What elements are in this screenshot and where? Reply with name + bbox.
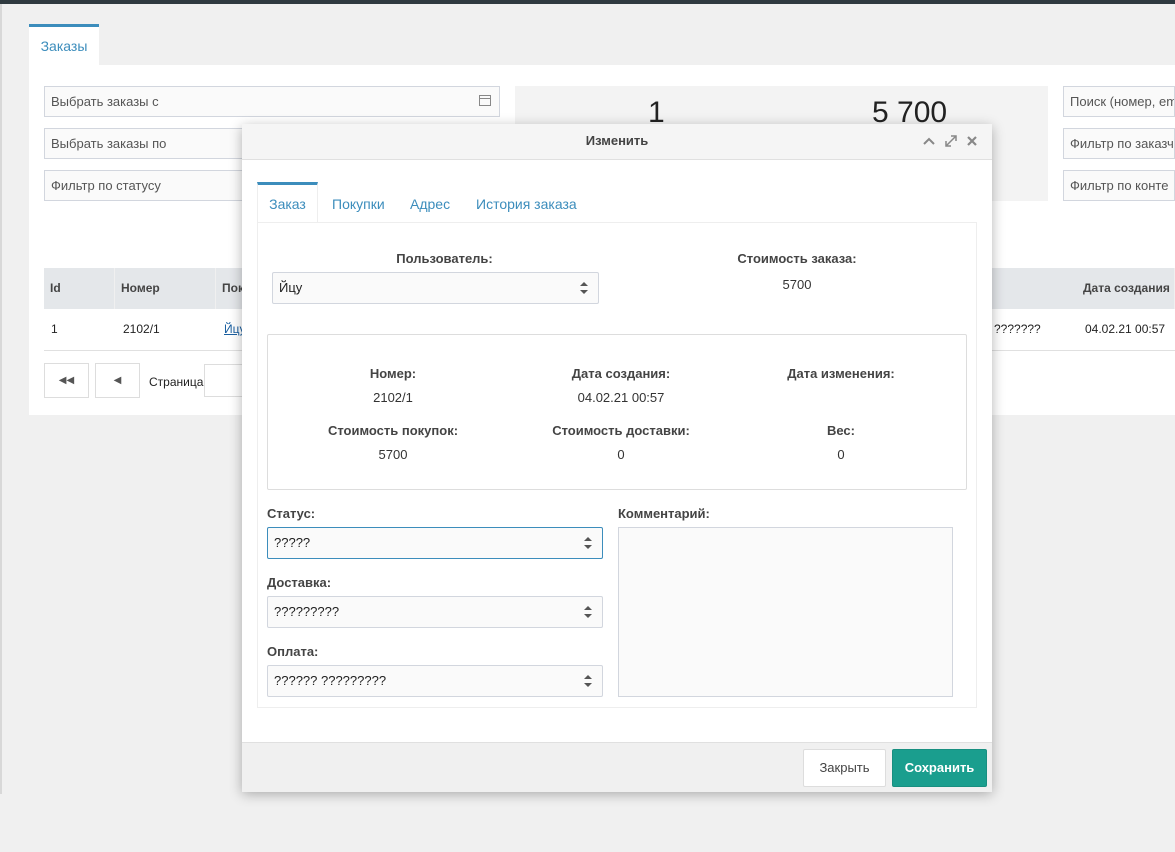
customer-filter-placeholder: Фильтр по заказчи [1070,136,1175,151]
tab-history[interactable]: История заказа [476,182,577,222]
top-bar [0,0,1175,4]
customer-filter[interactable]: Фильтр по заказчи [1063,128,1175,159]
status-filter[interactable]: Фильтр по статусу [44,170,244,201]
edit-order-modal: Изменить Заказ Покупки Адрес История зак… [242,124,992,792]
date-from-placeholder: Выбрать заказы с [51,94,159,109]
modified-label: Дата изменения: [787,366,895,381]
delivery-label: Доставка: [267,575,332,590]
date-to-input[interactable]: Выбрать заказы по [44,128,244,159]
purchases-cost-label: Стоимость покупок: [327,423,459,438]
prev-page-button[interactable]: ◀ [95,363,140,398]
col-created[interactable]: Дата создания [1077,268,1175,309]
first-page-button[interactable]: ◀◀ [44,363,89,398]
tab-purchases[interactable]: Покупки [332,182,385,222]
comment-label: Комментарий: [618,506,710,521]
contact-filter[interactable]: Фильтр по конте [1063,170,1175,201]
weight-value: 0 [837,447,845,462]
delivery-select-value: ????????? [274,604,340,619]
select-arrows-icon [584,606,592,618]
payment-label: Оплата: [267,644,319,659]
delivery-select[interactable]: ????????? [267,596,603,628]
tab-address[interactable]: Адрес [410,182,450,222]
order-info-box: Номер: 2102/1 Дата создания: 04.02.21 00… [267,334,967,490]
payment-select[interactable]: ?????? ????????? [267,665,603,697]
cell-number: 2102/1 [123,322,160,336]
payment-select-value: ?????? ????????? [274,673,387,688]
delivery-cost-value: 0 [617,447,625,462]
chevron-left-icon: ◀ [113,375,122,386]
date-to-placeholder: Выбрать заказы по [51,136,167,151]
user-select-value: Йцу [279,280,303,295]
date-from-input[interactable]: Выбрать заказы с [44,86,500,117]
search-input[interactable]: Поиск (номер, em [1063,86,1175,117]
contact-filter-placeholder: Фильтр по конте [1070,178,1169,193]
order-cost-label: Стоимость заказа: [737,251,857,266]
close-icon[interactable] [965,134,979,148]
status-select[interactable]: ????? [267,527,603,559]
save-button[interactable]: Сохранить [892,749,987,787]
select-arrows-icon [584,537,592,549]
calendar-icon[interactable] [479,95,491,106]
number-label: Номер: [369,366,417,381]
created-value: 04.02.21 00:57 [577,390,665,405]
status-filter-placeholder: Фильтр по статусу [51,178,161,193]
user-label: Пользователь: [396,251,493,266]
select-arrows-icon [584,675,592,687]
close-button[interactable]: Закрыть [803,749,886,787]
tab-order[interactable]: Заказ [257,182,318,222]
cell-id: 1 [51,322,58,336]
modal-title: Изменить [585,133,649,148]
select-arrows-icon [580,282,588,294]
user-select[interactable]: Йцу [272,272,599,304]
double-chevron-left-icon: ◀◀ [58,375,75,386]
cell-created: 04.02.21 00:57 [1085,322,1166,336]
left-edge [0,4,2,794]
page-label: Страница [149,375,204,389]
modal-footer: Закрыть Сохранить [242,742,992,792]
comment-textarea[interactable] [618,527,953,697]
delivery-cost-label: Стоимость доставки: [552,423,690,438]
tab-orders[interactable]: Заказы [29,24,99,66]
search-placeholder: Поиск (номер, em [1070,94,1175,109]
modal-header[interactable]: Изменить [242,124,992,160]
status-select-value: ????? [274,535,311,550]
status-label: Статус: [267,506,316,521]
page-input[interactable] [204,364,244,397]
cell-status: ??????? [994,322,1041,336]
chevron-up-icon[interactable] [922,134,936,148]
order-cost-value: 5700 [782,277,812,292]
purchases-cost-value: 5700 [378,447,408,462]
col-id[interactable]: Id [44,268,115,309]
col-number[interactable]: Номер [115,268,216,309]
expand-icon[interactable] [944,134,958,148]
number-value: 2102/1 [373,390,413,405]
weight-label: Вес: [826,423,855,438]
created-label: Дата создания: [571,366,671,381]
